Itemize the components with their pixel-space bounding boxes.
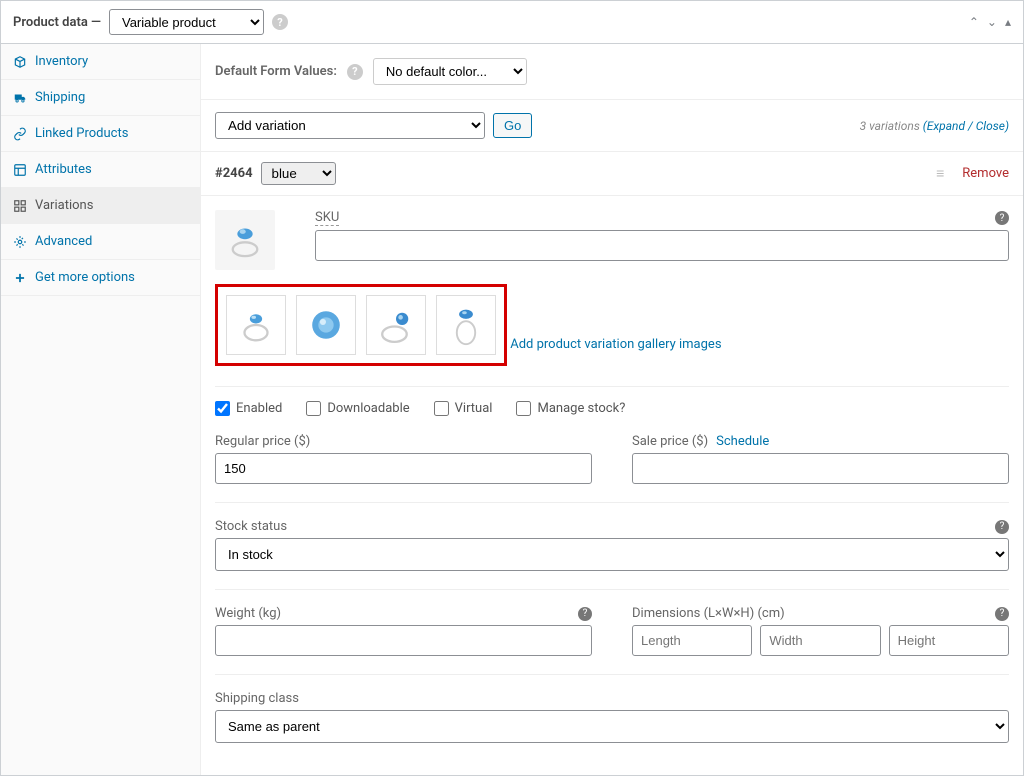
drag-handle-icon[interactable]: ≡	[936, 165, 946, 182]
height-input[interactable]	[889, 625, 1009, 656]
help-icon[interactable]: ?	[995, 211, 1009, 225]
remove-link[interactable]: Remove	[962, 166, 1009, 181]
sale-price-input[interactable]	[632, 453, 1009, 484]
sidebar-item-linked[interactable]: Linked Products	[1, 116, 200, 152]
shipping-icon	[13, 91, 27, 105]
plus-icon	[13, 271, 27, 285]
sidebar-item-shipping[interactable]: Shipping	[1, 80, 200, 116]
panel-header: Product data — Variable product ? ⌃ ⌄ ▴	[1, 1, 1023, 44]
variation-action-select[interactable]: Add variation	[215, 112, 485, 139]
sidebar-item-label: Variations	[35, 198, 93, 213]
sidebar-item-advanced[interactable]: Advanced	[1, 224, 200, 260]
panel-title: Product data —	[13, 15, 101, 30]
variation-main-thumb[interactable]	[215, 210, 275, 270]
width-input[interactable]	[760, 625, 880, 656]
help-icon[interactable]: ?	[347, 64, 363, 80]
shipping-class-select[interactable]: Same as parent	[215, 710, 1009, 743]
stock-status-label: Stock status?	[215, 519, 1009, 534]
help-icon[interactable]: ?	[272, 14, 288, 30]
variations-toolbar: Add variation Go 3 variations (Expand / …	[201, 100, 1023, 152]
product-type-select[interactable]: Variable product	[109, 9, 264, 35]
panel-up-icon[interactable]: ⌃	[969, 15, 979, 29]
sidebar-item-variations[interactable]: Variations	[1, 188, 200, 224]
ring-image	[373, 302, 419, 348]
panel-toggle-icon[interactable]: ▴	[1005, 15, 1011, 29]
ring-image	[233, 302, 279, 348]
variations-count: 3 variations (Expand / Close)	[860, 119, 1009, 133]
sidebar-item-label: Attributes	[35, 162, 92, 177]
advanced-icon	[13, 235, 27, 249]
product-data-sidebar: Inventory Shipping Linked Products Attri…	[1, 44, 201, 775]
virtual-checkbox[interactable]	[434, 401, 449, 416]
variations-content: Default Form Values: ? No default color.…	[201, 44, 1023, 775]
downloadable-checkbox-label[interactable]: Downloadable	[306, 401, 409, 416]
shipping-class-label: Shipping class	[215, 691, 1009, 706]
manage-stock-checkbox[interactable]	[516, 401, 531, 416]
default-form-label: Default Form Values:	[215, 64, 337, 79]
checkbox-row: Enabled Downloadable Virtual Manage stoc…	[215, 386, 1009, 416]
stock-status-select[interactable]: In stock	[215, 538, 1009, 571]
go-button[interactable]: Go	[493, 113, 532, 138]
sidebar-item-inventory[interactable]: Inventory	[1, 44, 200, 80]
regular-price-label: Regular price ($)	[215, 434, 592, 449]
help-icon[interactable]: ?	[578, 607, 592, 621]
gallery-thumb[interactable]	[366, 295, 426, 355]
variation-color-select[interactable]: blue	[261, 162, 336, 185]
help-icon[interactable]: ?	[995, 607, 1009, 621]
default-form-row: Default Form Values: ? No default color.…	[201, 44, 1023, 100]
enabled-checkbox[interactable]	[215, 401, 230, 416]
panel-header-controls: ⌃ ⌄ ▴	[969, 15, 1011, 29]
weight-input[interactable]	[215, 625, 592, 656]
dimensions-label: Dimensions (L×W×H) (cm)?	[632, 606, 1009, 621]
weight-label: Weight (kg)?	[215, 606, 592, 621]
sidebar-item-label: Inventory	[35, 54, 88, 69]
sale-price-label: Sale price ($) Schedule	[632, 434, 1009, 449]
gallery-thumb[interactable]	[226, 295, 286, 355]
gallery-highlight-box	[215, 284, 507, 366]
sidebar-item-label: Shipping	[35, 90, 85, 105]
sku-input[interactable]	[315, 230, 1009, 261]
gallery-thumb[interactable]	[296, 295, 356, 355]
variation-id: #2464	[215, 166, 253, 181]
panel-down-icon[interactable]: ⌄	[987, 15, 997, 29]
sidebar-item-label: Get more options	[35, 270, 135, 285]
downloadable-checkbox[interactable]	[306, 401, 321, 416]
virtual-checkbox-label[interactable]: Virtual	[434, 401, 493, 416]
product-data-panel: Product data — Variable product ? ⌃ ⌄ ▴ …	[0, 0, 1024, 776]
gallery-thumb[interactable]	[436, 295, 496, 355]
sidebar-item-more[interactable]: Get more options	[1, 260, 200, 296]
ring-image	[443, 302, 489, 348]
inventory-icon	[13, 55, 27, 69]
default-form-select[interactable]: No default color...	[373, 58, 527, 85]
ring-image	[222, 217, 268, 263]
manage-stock-checkbox-label[interactable]: Manage stock?	[516, 401, 625, 416]
enabled-checkbox-label[interactable]: Enabled	[215, 401, 282, 416]
expand-close-link[interactable]: (Expand / Close)	[923, 119, 1009, 133]
regular-price-input[interactable]	[215, 453, 592, 484]
sku-label: SKU ?	[315, 210, 1009, 226]
attributes-icon	[13, 163, 27, 177]
ring-image	[303, 302, 349, 348]
link-icon	[13, 127, 27, 141]
add-gallery-link[interactable]: Add product variation gallery images	[510, 337, 721, 352]
sidebar-item-attributes[interactable]: Attributes	[1, 152, 200, 188]
schedule-link[interactable]: Schedule	[716, 434, 769, 449]
sidebar-item-label: Linked Products	[35, 126, 128, 141]
variation-header: #2464 blue ≡ Remove	[201, 152, 1023, 196]
length-input[interactable]	[632, 625, 752, 656]
sidebar-item-label: Advanced	[35, 234, 92, 249]
variations-icon	[13, 199, 27, 213]
help-icon[interactable]: ?	[995, 520, 1009, 534]
